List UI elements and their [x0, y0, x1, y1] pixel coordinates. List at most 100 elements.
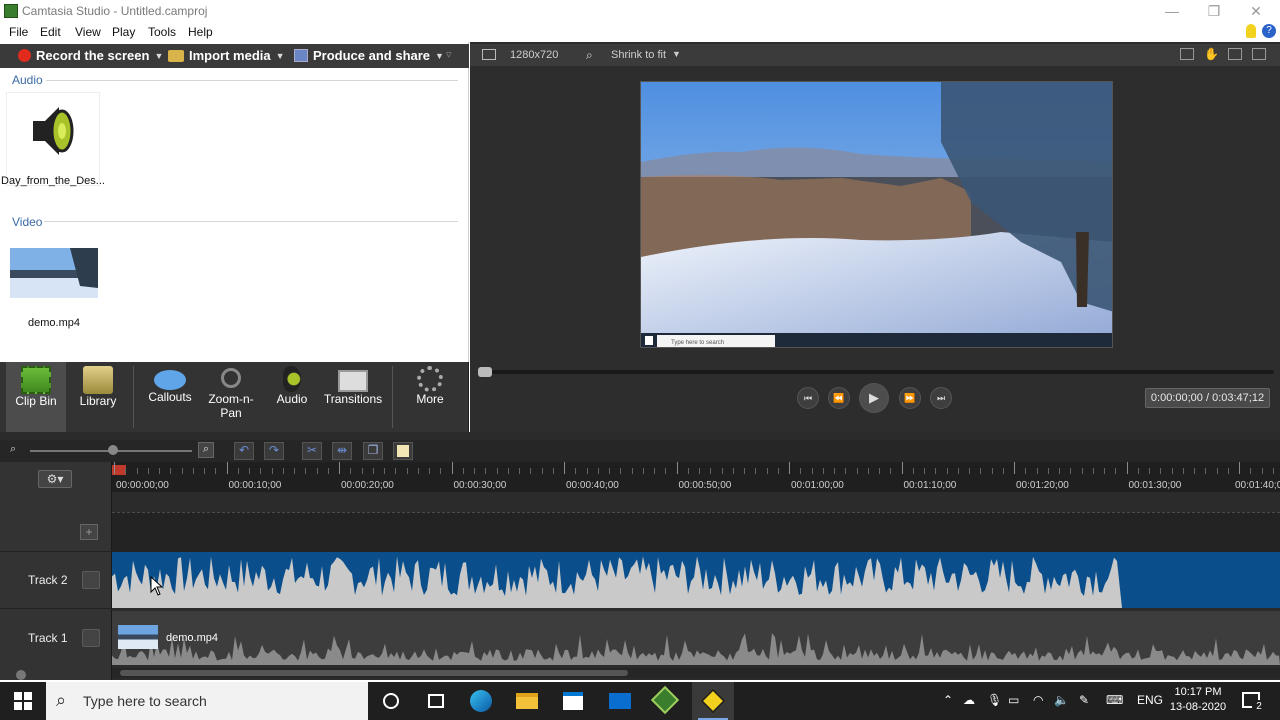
video-dimensions[interactable]: 1280x720	[510, 49, 558, 61]
cortana-icon[interactable]	[380, 690, 404, 712]
detach-preview-icon[interactable]	[1252, 48, 1266, 60]
action-bar: Record the screen ▼ Import media ▼ Produ…	[0, 44, 469, 68]
track-2-audio-clip[interactable]	[112, 552, 1280, 608]
volume-icon[interactable]: 🔈	[1054, 693, 1069, 707]
lock-icon[interactable]	[82, 571, 100, 589]
camtasia-studio-taskbar-button[interactable]	[692, 682, 734, 720]
crop-icon[interactable]	[1180, 48, 1194, 60]
zoom-in-icon[interactable]: ⌕	[198, 442, 214, 458]
play-button[interactable]: ▶	[859, 383, 889, 413]
gear-icon[interactable]: ⚙▾	[38, 470, 72, 488]
track-1-video-clip[interactable]: demo.mp4	[112, 611, 1280, 665]
menu-view[interactable]: View	[75, 25, 101, 39]
edge-icon[interactable]	[470, 690, 494, 712]
menu-help[interactable]: Help	[188, 25, 213, 39]
menu-play[interactable]: Play	[112, 25, 135, 39]
resize-icon[interactable]	[482, 49, 496, 60]
add-track-icon[interactable]: +	[80, 524, 98, 540]
notification-count: 2	[1252, 700, 1266, 714]
language-indicator[interactable]: ENG	[1137, 693, 1163, 707]
video-clip-thumbnail[interactable]	[10, 248, 98, 298]
fullscreen-icon[interactable]	[1228, 48, 1242, 60]
taskbar-search-box[interactable]: ⌕ Type here to search	[46, 682, 368, 720]
restore-button[interactable]: ❐	[1194, 2, 1234, 20]
scrollbar-thumb[interactable]	[120, 670, 628, 676]
wifi-icon[interactable]: ◠	[1033, 693, 1043, 707]
track-height-handle[interactable]	[16, 670, 26, 680]
ruler-minor-tick	[215, 468, 217, 474]
tab-clip-bin[interactable]: Clip Bin	[6, 362, 66, 432]
rewind-button[interactable]: ⏪	[828, 387, 850, 409]
ruler-minor-tick	[552, 468, 554, 474]
pane-options-icon[interactable]: ▿	[446, 48, 452, 61]
jump-to-start-button[interactable]: ⏮	[797, 387, 819, 409]
tab-audio[interactable]: Audio	[264, 362, 320, 432]
lock-icon[interactable]	[82, 629, 100, 647]
keyboard-icon[interactable]: ⌨	[1106, 693, 1123, 707]
camtasia-recorder-icon[interactable]	[650, 685, 680, 715]
camtasia-app-icon	[4, 4, 18, 18]
cut-icon[interactable]: ✂	[302, 442, 322, 460]
zoom-out-icon[interactable]: ⌕	[10, 443, 16, 456]
tab-zoom-n-pan[interactable]: Zoom-n- Pan	[202, 362, 260, 432]
minimize-button[interactable]: —	[1152, 2, 1192, 20]
menu-edit[interactable]: Edit	[40, 25, 61, 39]
ruler-major-tick	[564, 462, 565, 474]
tab-library[interactable]: Library	[68, 362, 128, 432]
record-screen-button[interactable]: Record the screen ▼	[18, 48, 163, 63]
scrubber-handle[interactable]	[478, 367, 492, 377]
battery-icon[interactable]: ▭	[1008, 693, 1019, 707]
empty-track-area[interactable]	[112, 512, 1280, 552]
hand-icon[interactable]: ✋	[1204, 47, 1219, 61]
tab-callouts[interactable]: Callouts	[140, 362, 200, 432]
tab-more[interactable]: More	[400, 362, 460, 432]
store-icon[interactable]	[563, 690, 587, 712]
speech-bubble-icon	[154, 370, 186, 390]
timeline-scrollbar[interactable]	[112, 668, 1280, 678]
zoom-dropdown[interactable]: Shrink to fit	[611, 49, 666, 61]
split-icon[interactable]: ⇹	[332, 442, 352, 460]
playback-scrubber[interactable]	[478, 370, 1274, 374]
paste-icon[interactable]	[393, 442, 413, 460]
import-media-button[interactable]: Import media ▼	[168, 48, 285, 63]
ruler-minor-tick	[1104, 468, 1105, 474]
ruler-minor-tick	[957, 468, 959, 474]
ruler-minor-tick	[159, 468, 160, 474]
mail-icon[interactable]	[609, 690, 633, 712]
chevron-down-icon: ▼	[672, 49, 681, 59]
undo-icon[interactable]: ↶	[234, 442, 254, 460]
redo-icon[interactable]: ↷	[264, 442, 284, 460]
ruler-minor-tick	[350, 468, 352, 474]
ruler-minor-tick	[732, 468, 734, 474]
video-preview-frame[interactable]: Type here to search	[640, 81, 1113, 348]
ruler-minor-tick	[777, 468, 779, 474]
microphone-icon[interactable]: 🎙	[987, 693, 1002, 707]
produce-share-button[interactable]: Produce and share ▼	[294, 48, 444, 63]
jump-to-end-button[interactable]: ⏭	[930, 387, 952, 409]
menu-file[interactable]: File	[9, 25, 28, 39]
windows-start-icon[interactable]	[14, 692, 32, 710]
fast-forward-button[interactable]: ⏩	[899, 387, 921, 409]
task-view-icon[interactable]	[424, 690, 448, 712]
lightbulb-icon[interactable]	[1246, 24, 1256, 38]
search-icon: ⌕	[586, 48, 593, 62]
onedrive-icon[interactable]: ☁	[963, 693, 975, 707]
pen-icon[interactable]: ✎	[1079, 693, 1089, 707]
help-icon[interactable]: ?	[1262, 24, 1276, 38]
show-hidden-icons-icon[interactable]: ⌃	[943, 693, 953, 707]
clock[interactable]: 10:17 PM 13-08-2020	[1168, 685, 1228, 715]
tab-transitions[interactable]: Transitions	[320, 362, 386, 432]
record-label: Record the screen	[36, 48, 150, 63]
menu-tools[interactable]: Tools	[148, 25, 176, 39]
audio-clip-item[interactable]	[6, 92, 100, 186]
ruler-minor-tick	[665, 468, 667, 474]
zoom-slider-handle[interactable]	[108, 445, 118, 455]
ruler-minor-tick	[147, 468, 149, 474]
timeline-toolbar: ⌕ ⌕ ↶ ↷ ✂ ⇹ ❐	[0, 440, 1280, 462]
ruler-tick-label: 00:00:40;00	[566, 480, 619, 491]
file-explorer-icon[interactable]	[516, 690, 540, 712]
ruler-minor-tick	[1137, 468, 1139, 474]
close-button[interactable]: ✕	[1236, 2, 1276, 20]
notification-center-icon[interactable]: 2	[1242, 692, 1266, 714]
copy-icon[interactable]: ❐	[363, 442, 383, 460]
